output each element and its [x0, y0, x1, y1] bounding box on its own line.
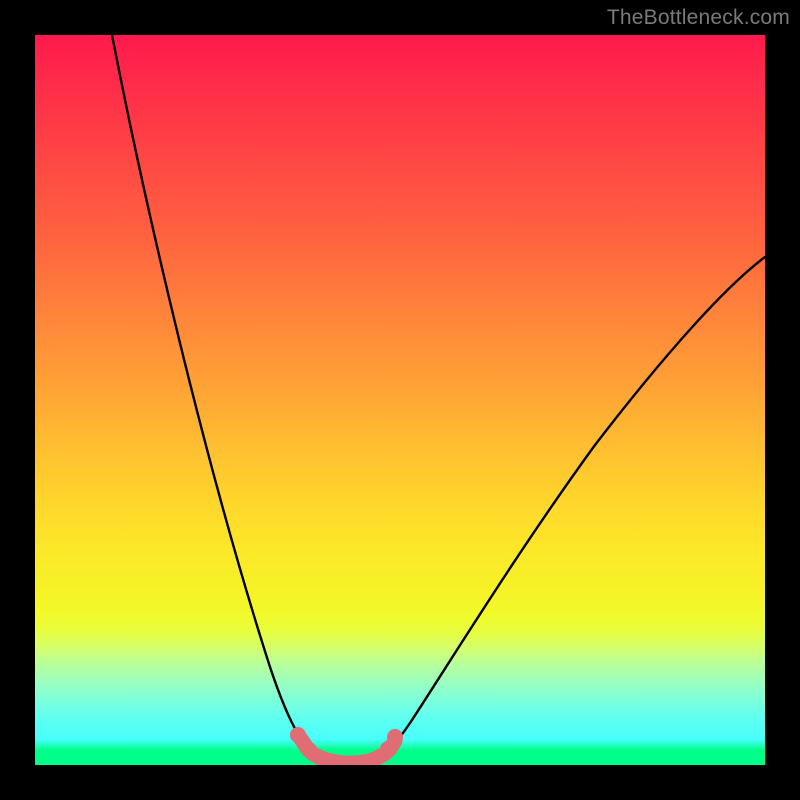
- chart-frame: TheBottleneck.com: [0, 0, 800, 800]
- curve-layer: [35, 35, 765, 765]
- watermark-text: TheBottleneck.com: [607, 6, 790, 30]
- bottleneck-curve: [112, 35, 765, 763]
- valley-markers: [290, 727, 403, 758]
- plot-area: [35, 35, 765, 765]
